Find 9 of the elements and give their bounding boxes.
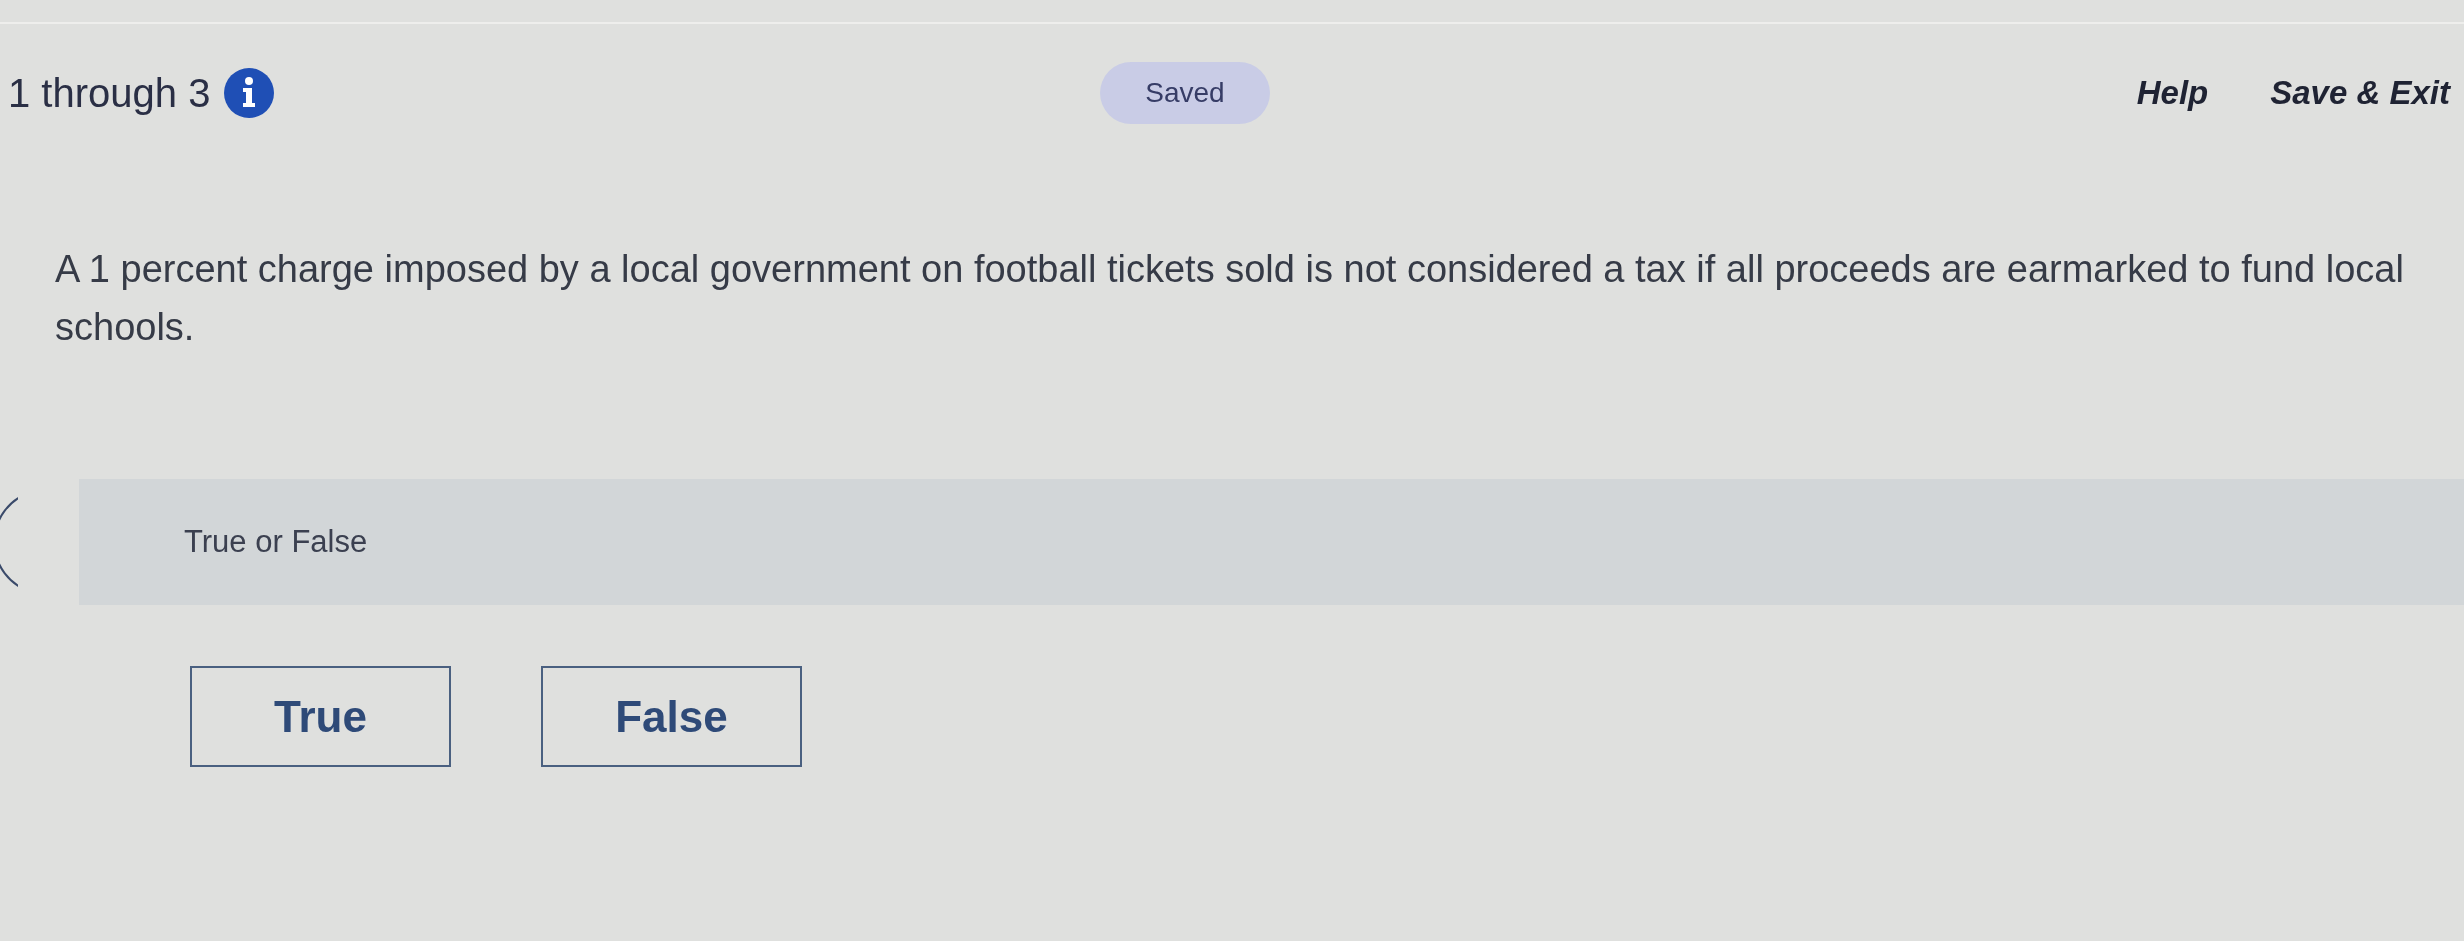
info-icon[interactable] xyxy=(224,68,275,118)
question-text: A 1 percent charge imposed by a local government on football tickets sold is not considered a tax if all proceeds are earmarked to fund local schools. xyxy=(54,247,2405,350)
save-exit-link[interactable]: Save & Exit xyxy=(2270,68,2450,118)
help-link[interactable]: Help xyxy=(2136,68,2209,118)
false-button[interactable]: False xyxy=(541,666,802,767)
saved-status-pill: Saved xyxy=(1100,62,1270,124)
section-title: 1 through 3 xyxy=(8,70,211,117)
prompt-label: True or False xyxy=(184,522,368,561)
true-button[interactable]: True xyxy=(190,666,451,767)
